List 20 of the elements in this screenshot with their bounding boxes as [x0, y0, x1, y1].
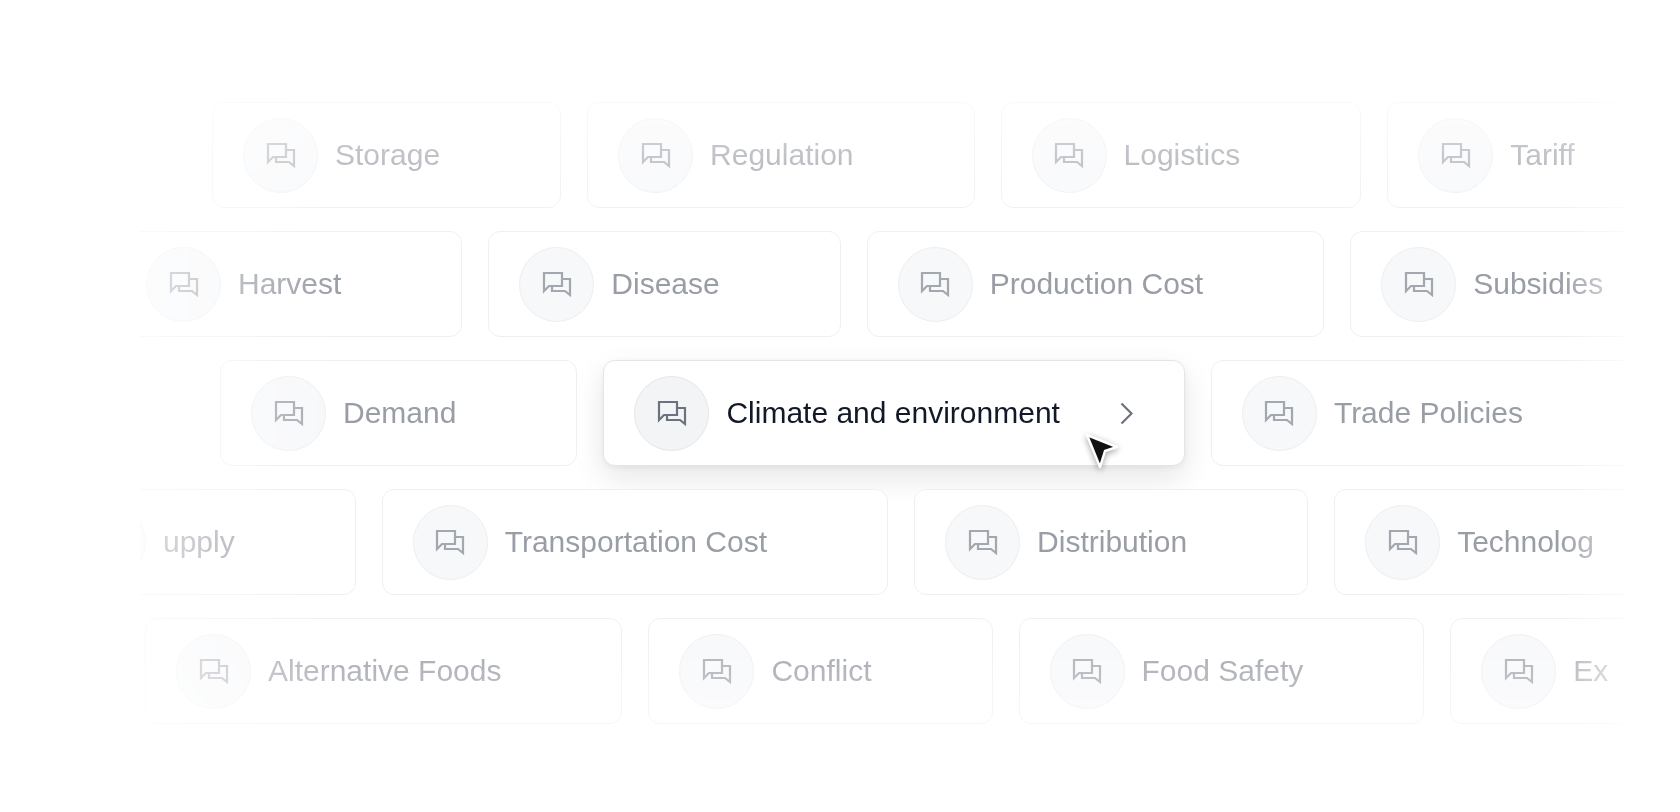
- chevron-right-icon: [1119, 401, 1133, 425]
- topic-card[interactable]: upply: [140, 489, 356, 595]
- topic-card[interactable]: Alternative Foods: [145, 618, 623, 724]
- topic-card[interactable]: Conflict: [648, 618, 993, 724]
- topic-card[interactable]: Ex: [1450, 618, 1625, 724]
- topic-card[interactable]: Food Safety: [1018, 618, 1425, 724]
- topic-card[interactable]: Transportation Cost: [381, 489, 889, 595]
- topic-card[interactable]: Disease: [488, 231, 841, 337]
- topic-card[interactable]: Trade Policies: [1210, 360, 1625, 466]
- topic-card[interactable]: Storage: [212, 102, 562, 208]
- topic-card[interactable]: Climate and environment: [603, 360, 1185, 466]
- topic-card[interactable]: Logistics: [1000, 102, 1362, 208]
- topic-card[interactable]: Tariff: [1387, 102, 1625, 208]
- topic-card[interactable]: Distribution: [914, 489, 1309, 595]
- topic-card[interactable]: Harvest: [140, 231, 463, 337]
- topic-card[interactable]: Production Cost: [866, 231, 1325, 337]
- topic-card[interactable]: Technolog: [1334, 489, 1625, 595]
- topic-card[interactable]: Subsidies: [1350, 231, 1625, 337]
- topic-card[interactable]: Regulation: [587, 102, 975, 208]
- topic-card[interactable]: Demand: [220, 360, 578, 466]
